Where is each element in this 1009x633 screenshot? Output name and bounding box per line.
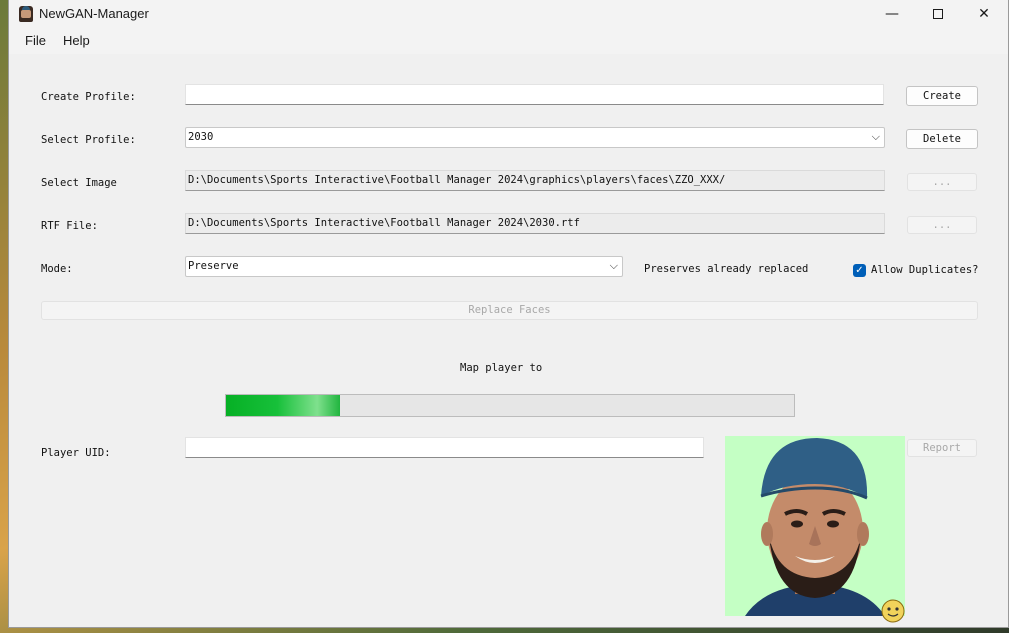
- app-icon: [19, 6, 33, 22]
- browse-rtf-button[interactable]: ...: [907, 216, 977, 234]
- delete-button[interactable]: Delete: [906, 129, 978, 149]
- player-uid-label: Player UID:: [41, 447, 111, 459]
- player-face-image: [725, 436, 905, 616]
- create-profile-label: Create Profile:: [41, 91, 136, 103]
- rtf-file-path: D:\Documents\Sports Interactive\Football…: [185, 213, 885, 234]
- mapping-progress-bar: [225, 394, 795, 417]
- allow-duplicates-label[interactable]: Allow Duplicates?: [871, 264, 978, 276]
- window-title: NewGAN-Manager: [39, 6, 149, 21]
- select-profile-value: 2030: [188, 131, 214, 143]
- select-image-label: Select Image: [41, 177, 117, 189]
- select-profile-label: Select Profile:: [41, 134, 136, 146]
- maximize-button[interactable]: [915, 0, 961, 28]
- create-profile-input[interactable]: [185, 84, 884, 105]
- watermark-logo-icon: [881, 599, 905, 623]
- mode-dropdown[interactable]: Preserve ⌵: [185, 256, 623, 277]
- report-button[interactable]: Report: [907, 439, 977, 457]
- player-uid-input[interactable]: [185, 437, 704, 458]
- close-button[interactable]: ✕: [961, 0, 1007, 28]
- rtf-file-label: RTF File:: [41, 220, 98, 232]
- menu-bar: File Help: [9, 28, 1008, 54]
- mode-description: Preserves already replaced: [644, 263, 809, 275]
- menu-help[interactable]: Help: [63, 33, 90, 48]
- select-profile-dropdown[interactable]: 2030 ⌵: [185, 127, 885, 148]
- minimize-button[interactable]: —: [869, 0, 915, 28]
- mode-value: Preserve: [188, 260, 239, 272]
- app-window: NewGAN-Manager — ✕ File Help Create Prof…: [8, 0, 1009, 628]
- check-icon: ✓: [855, 265, 864, 276]
- map-player-status: Map player to: [460, 362, 543, 374]
- allow-duplicates-checkbox[interactable]: ✓: [853, 264, 866, 277]
- chevron-down-icon: ⌵: [871, 130, 880, 143]
- select-image-path: D:\Documents\Sports Interactive\Football…: [185, 170, 885, 191]
- mode-label: Mode:: [41, 263, 73, 275]
- replace-faces-button[interactable]: Replace Faces: [41, 301, 978, 320]
- progress-fill: [226, 395, 340, 416]
- player-face-svg: [725, 436, 905, 616]
- chevron-down-icon: ⌵: [609, 259, 618, 272]
- create-button[interactable]: Create: [906, 86, 978, 106]
- menu-file[interactable]: File: [25, 33, 46, 48]
- browse-image-button[interactable]: ...: [907, 173, 977, 191]
- maximize-icon: [933, 9, 943, 19]
- title-bar[interactable]: NewGAN-Manager — ✕: [9, 0, 1008, 28]
